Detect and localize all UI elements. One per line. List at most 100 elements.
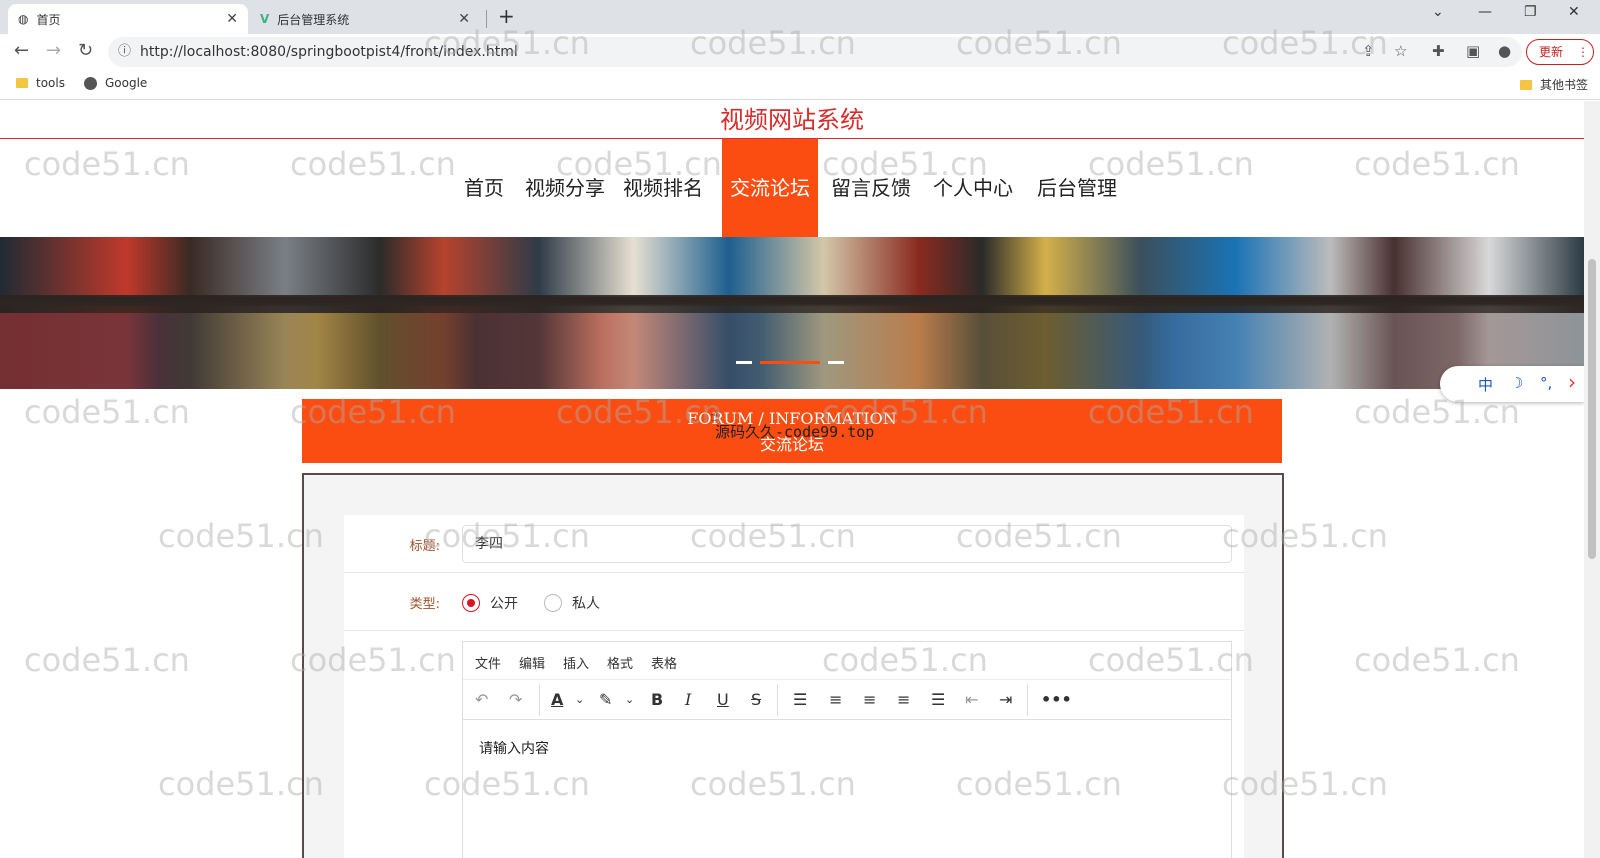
text-color-icon[interactable]: A <box>551 690 563 710</box>
chevron-down-icon[interactable]: ⌄ <box>625 690 634 710</box>
bookmark-google[interactable]: Google <box>84 76 147 90</box>
share-icon[interactable]: ⇪ <box>1362 42 1375 60</box>
toolbar-divider <box>777 684 778 716</box>
watermark: code51.cn <box>24 393 190 431</box>
page-viewport: 视频网站系统 首页 视频分享 视频排名 交流论坛 留言反馈 个人中心 后台管理 … <box>0 101 1584 858</box>
back-icon[interactable]: ← <box>14 40 29 61</box>
menu-format[interactable]: 格式 <box>607 653 633 672</box>
watermark: code51.cn <box>158 517 324 555</box>
bookmark-tools[interactable]: tools <box>16 76 65 90</box>
underline-icon[interactable]: U <box>717 690 729 710</box>
close-window-icon[interactable]: ✕ <box>1568 4 1580 20</box>
more-icon: ⋮ <box>1577 45 1589 59</box>
moon-icon[interactable]: ☽ <box>1510 374 1523 392</box>
rich-text-editor: 文件 编辑 插入 格式 表格 ↶ ↷ A ⌄ ✎ ⌄ B I U S ☰ ≡ ≡… <box>462 641 1232 858</box>
scroll-thumb[interactable] <box>1588 259 1596 559</box>
carousel-dot-active[interactable] <box>760 361 820 364</box>
carousel-dot[interactable] <box>736 361 752 364</box>
align-left-icon[interactable]: ≡ <box>829 690 842 710</box>
other-bookmarks[interactable]: 其他书签 <box>1520 76 1588 93</box>
nav-home[interactable]: 首页 <box>456 139 512 237</box>
line-height-icon[interactable]: ☰ <box>793 690 807 710</box>
new-tab-button[interactable]: + <box>498 4 515 28</box>
sidepanel-icon[interactable]: ▣ <box>1466 42 1480 60</box>
watermark: code51.cn <box>158 765 324 803</box>
undo-icon[interactable]: ↶ <box>475 690 488 710</box>
site-title: 视频网站系统 <box>0 101 1584 139</box>
indent-icon[interactable]: ⇥ <box>999 690 1012 710</box>
nav-video-share[interactable]: 视频分享 <box>518 139 612 237</box>
url-text: http://localhost:8080/springbootpist4/fr… <box>140 44 518 60</box>
globe-icon: ◍ <box>18 12 29 26</box>
strikethrough-icon[interactable]: S <box>751 690 761 710</box>
align-center-icon[interactable]: ≡ <box>863 690 876 710</box>
tab-title: 后台管理系统 <box>277 12 350 27</box>
mouse-cursor-icon: ☝ <box>710 406 720 425</box>
restore-icon[interactable]: ❐ <box>1524 4 1537 20</box>
menu-insert[interactable]: 插入 <box>563 653 589 672</box>
highlight-icon[interactable]: ✎ <box>599 690 612 710</box>
forum-form: 标题: 李四 类型: 公开 私人 文件 编辑 插入 格式 表格 ↶ ↷ A ⌄ … <box>344 515 1244 858</box>
globe-icon <box>84 76 97 90</box>
tab-home[interactable]: ◍ 首页 ✕ <box>8 4 248 34</box>
nav-feedback[interactable]: 留言反馈 <box>824 139 918 237</box>
lang-icon[interactable]: 中 <box>1478 374 1493 395</box>
close-icon[interactable]: ✕ <box>226 11 238 27</box>
redo-icon[interactable]: ↷ <box>509 690 522 710</box>
folder-icon <box>1520 79 1532 90</box>
address-bar[interactable]: ⓘ http://localhost:8080/springbootpist4/… <box>108 37 1522 67</box>
menu-table[interactable]: 表格 <box>651 653 677 672</box>
radio-public[interactable]: 公开 <box>462 593 518 613</box>
chevron-down-icon[interactable]: ⌄ <box>575 690 584 710</box>
tab-separator <box>486 10 487 28</box>
forward-icon[interactable]: → <box>46 40 61 61</box>
page-scrollbar[interactable] <box>1584 101 1600 858</box>
chevron-right-icon[interactable]: › <box>1568 370 1576 394</box>
form-row-type: 类型: 公开 私人 <box>344 573 1244 631</box>
banner-dock <box>0 295 1584 313</box>
reload-icon[interactable]: ↻ <box>78 40 93 61</box>
browser-tab-bar: ◍ 首页 ✕ V 后台管理系统 ✕ + ⌄ — ❐ ✕ <box>0 0 1600 34</box>
star-icon[interactable]: ☆ <box>1394 42 1407 60</box>
outdent-icon[interactable]: ⇤ <box>965 690 978 710</box>
radio-private[interactable]: 私人 <box>544 593 600 613</box>
close-icon[interactable]: ✕ <box>458 11 470 27</box>
profile-icon[interactable]: ● <box>1498 42 1511 60</box>
radio-checked-icon <box>462 594 480 612</box>
nav-video-ranking[interactable]: 视频排名 <box>616 139 710 237</box>
nav-personal-center[interactable]: 个人中心 <box>926 139 1020 237</box>
toolbar-divider <box>539 684 540 716</box>
align-right-icon[interactable]: ≡ <box>897 690 910 710</box>
bookmark-label: tools <box>36 76 65 90</box>
bold-icon[interactable]: B <box>651 690 663 710</box>
tab-admin[interactable]: V 后台管理系统 ✕ <box>250 4 480 34</box>
update-button[interactable]: 更新 ⋮ <box>1526 39 1594 65</box>
tab-title: 首页 <box>36 12 61 27</box>
italic-icon[interactable]: I <box>685 690 691 710</box>
more-icon[interactable]: ••• <box>1041 690 1072 710</box>
carousel-indicators <box>736 361 844 364</box>
punct-icon[interactable]: °, <box>1540 374 1552 392</box>
other-bookmarks-label: 其他书签 <box>1540 78 1589 92</box>
banner-carousel[interactable] <box>0 237 1584 389</box>
tab-search-icon[interactable]: ⌄ <box>1432 4 1444 20</box>
menu-file[interactable]: 文件 <box>475 653 501 672</box>
carousel-dot[interactable] <box>828 361 844 364</box>
banner-reflection <box>0 313 1584 389</box>
align-justify-icon[interactable]: ☰ <box>931 690 945 710</box>
extensions-icon[interactable]: ✚ <box>1432 42 1445 60</box>
update-label: 更新 <box>1539 45 1564 59</box>
watermark: code51.cn <box>24 641 190 679</box>
title-input[interactable]: 李四 <box>462 525 1232 563</box>
radio-label: 公开 <box>490 596 518 612</box>
nav-admin[interactable]: 后台管理 <box>1030 139 1124 237</box>
bookmarks-bar: tools Google 其他书签 <box>0 68 1600 100</box>
forum-form-card: 标题: 李四 类型: 公开 私人 文件 编辑 插入 格式 表格 ↶ ↷ A ⌄ … <box>302 473 1284 858</box>
editor-placeholder[interactable]: 请输入内容 <box>479 738 549 758</box>
info-icon[interactable]: ⓘ <box>118 37 131 67</box>
minimize-icon[interactable]: — <box>1478 4 1492 20</box>
browser-toolbar: ← → ↻ ⓘ http://localhost:8080/springboot… <box>0 34 1600 68</box>
ime-toolbar-widget[interactable]: 中 ☽ °, › <box>1440 366 1584 402</box>
menu-edit[interactable]: 编辑 <box>519 653 545 672</box>
nav-forum[interactable]: 交流论坛 <box>722 139 818 237</box>
